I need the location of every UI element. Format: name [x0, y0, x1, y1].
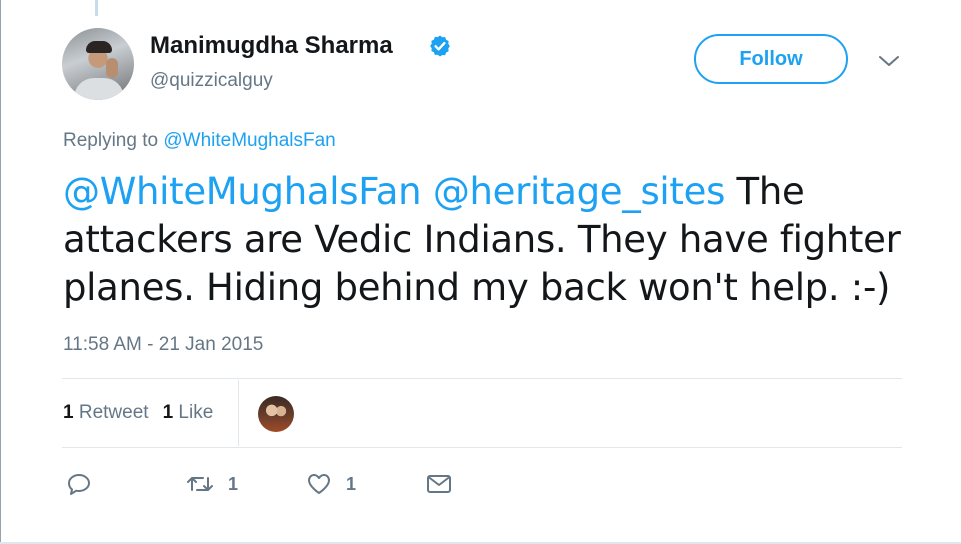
envelope-icon: [427, 475, 451, 493]
tweet-line-2: attackers are Vedic Indians. They have f…: [63, 218, 901, 261]
tweet-line-3: planes. Hiding behind my back won't help…: [63, 266, 891, 309]
like-stat-label: Like: [178, 402, 214, 423]
retweet-stat-label: Retweet: [78, 402, 149, 423]
retweet-action-count: 1: [228, 473, 239, 494]
like-action[interactable]: 1: [306, 472, 356, 496]
tweet-line-1-text: The: [725, 170, 805, 213]
retweet-icon: [187, 477, 213, 491]
avatar-hair: [86, 41, 112, 53]
thread-connector-line: [95, 0, 98, 16]
reply-icon: [68, 474, 90, 495]
stats-top-divider: [62, 378, 902, 379]
tweet-text: @WhiteMughalsFan @heritage_sites The att…: [63, 168, 923, 312]
liker-avatar[interactable]: [258, 396, 294, 432]
tweet-timestamp[interactable]: 11:58 AM - 21 Jan 2015: [63, 334, 263, 356]
author-avatar[interactable]: [62, 28, 134, 100]
tweet-mention-heritage-sites[interactable]: @heritage_sites: [433, 170, 726, 213]
stats-bottom-divider: [62, 447, 902, 448]
retweet-action[interactable]: 1: [186, 472, 238, 496]
reply-context-mention[interactable]: @WhiteMughalsFan: [163, 130, 335, 151]
follow-button[interactable]: Follow: [694, 34, 848, 84]
tweet-line-1: @WhiteMughalsFan @heritage_sites The: [63, 168, 923, 216]
verified-badge-icon: [430, 35, 450, 57]
reply-context: Replying to @WhiteMughalsFan: [63, 130, 336, 152]
like-action-count: 1: [346, 473, 357, 494]
direct-message-action[interactable]: [426, 472, 452, 496]
avatar-shirt: [74, 78, 124, 100]
avatar-hand: [106, 58, 118, 78]
like-stat-count: 1: [162, 402, 174, 423]
like-stat[interactable]: 1 Like: [163, 402, 214, 423]
chevron-down-icon[interactable]: [878, 54, 900, 68]
retweet-stat[interactable]: 1 Retweet: [63, 402, 149, 423]
window-edge: [0, 0, 1, 544]
retweet-stat-count: 1: [63, 402, 74, 423]
author-handle[interactable]: @quizzicalguy: [150, 70, 273, 92]
stats-vertical-divider: [238, 380, 239, 446]
engagement-stats: 1 Retweet 1 Like: [63, 402, 213, 424]
tweet-mention-whitemughalsfan[interactable]: @WhiteMughalsFan: [63, 170, 422, 213]
reply-context-prefix: Replying to: [63, 130, 159, 151]
reply-action[interactable]: [66, 472, 92, 496]
author-display-name[interactable]: Manimugdha Sharma: [150, 32, 393, 60]
heart-icon: [308, 474, 330, 494]
